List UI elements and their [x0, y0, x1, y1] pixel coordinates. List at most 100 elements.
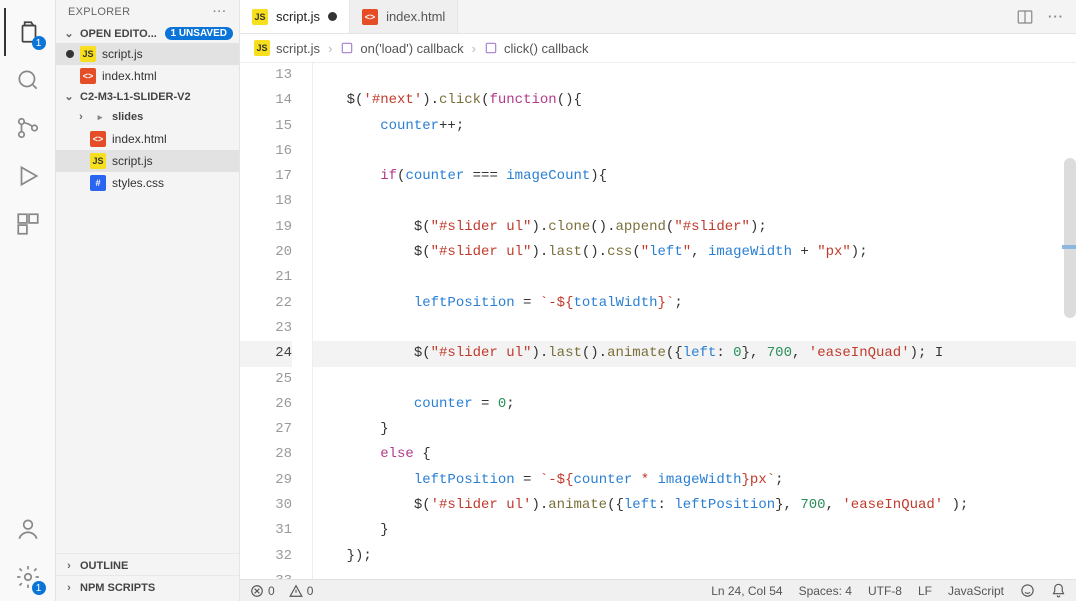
activity-run-debug-icon[interactable]	[4, 152, 52, 200]
code-line[interactable]	[313, 189, 1076, 214]
unsaved-badge: 1 UNSAVED	[165, 27, 234, 40]
tab-script-js[interactable]: JS script.js	[240, 0, 350, 33]
file-name: styles.css	[112, 176, 164, 190]
html-file-icon: <>	[90, 131, 106, 147]
status-encoding[interactable]: UTF-8	[868, 584, 902, 598]
code-line[interactable]: counter++;	[313, 114, 1076, 139]
file-row[interactable]: JS script.js	[56, 150, 239, 172]
html-file-icon: <>	[362, 9, 378, 25]
workspace-header[interactable]: ⌄ C2-M3-L1-SLIDER-V2	[56, 87, 239, 106]
chevron-right-icon: ›	[74, 111, 88, 123]
breadcrumb-segment: click() callback	[504, 41, 589, 56]
open-editor-item[interactable]: <> index.html	[56, 65, 239, 87]
code-line[interactable]: $("#slider ul").last().css("left", image…	[313, 240, 1076, 265]
code-line[interactable]: }	[313, 518, 1076, 543]
code-line[interactable]: if(counter === imageCount){	[313, 164, 1076, 189]
status-eol[interactable]: LF	[918, 584, 932, 598]
open-editor-name: script.js	[102, 47, 143, 61]
code-line[interactable]: counter = 0;	[313, 392, 1076, 417]
npm-scripts-header[interactable]: › NPM SCRIPTS	[56, 575, 239, 597]
sidebar-title: EXPLORER	[68, 6, 130, 18]
chevron-right-icon: ›	[472, 41, 476, 56]
breadcrumbs[interactable]: JS script.js › on('load') callback › clic…	[240, 34, 1076, 63]
activity-bar: 1 1	[0, 0, 56, 601]
modified-dot-icon	[66, 50, 74, 58]
code-area[interactable]: $('#next').click(function(){ counter++; …	[312, 63, 1076, 579]
activity-source-control-icon[interactable]	[4, 104, 52, 152]
status-indentation[interactable]: Spaces: 4	[799, 584, 852, 598]
breadcrumb-file: script.js	[276, 41, 320, 56]
line-number-gutter: 1314151617181920212223242526272829303132…	[240, 63, 312, 579]
file-name: index.html	[112, 132, 167, 146]
status-language[interactable]: JavaScript	[948, 584, 1004, 598]
code-line[interactable]: $("#slider ul").clone().append("#slider"…	[313, 215, 1076, 240]
js-file-icon: JS	[252, 9, 268, 25]
chevron-right-icon: ›	[62, 582, 76, 594]
activity-accounts-icon[interactable]	[4, 505, 52, 553]
open-editors-label: OPEN EDITO...	[80, 28, 157, 40]
sidebar: EXPLORER ··· ⌄ OPEN EDITO... 1 UNSAVED J…	[56, 0, 240, 601]
css-file-icon: #	[90, 175, 106, 191]
code-line[interactable]	[313, 367, 1076, 392]
file-row[interactable]: # styles.css	[56, 172, 239, 194]
breadcrumb-segment: on('load') callback	[360, 41, 463, 56]
html-file-icon: <>	[80, 68, 96, 84]
code-line[interactable]	[313, 265, 1076, 290]
code-line[interactable]: leftPosition = `-${totalWidth}`;	[313, 291, 1076, 316]
overview-ruler-mark	[1062, 245, 1076, 249]
code-line[interactable]	[313, 139, 1076, 164]
workspace-name: C2-M3-L1-SLIDER-V2	[80, 91, 191, 103]
js-file-icon: JS	[254, 40, 270, 56]
status-bar: 0 0 Ln 24, Col 54 Spaces: 4 UTF-8 LF Jav…	[240, 579, 1076, 601]
activity-explorer-icon[interactable]: 1	[4, 8, 52, 56]
code-line[interactable]: else {	[313, 442, 1076, 467]
file-row[interactable]: <> index.html	[56, 128, 239, 150]
scrollbar-thumb[interactable]	[1064, 158, 1076, 318]
tab-index-html[interactable]: <> index.html	[350, 0, 458, 33]
code-line[interactable]	[313, 63, 1076, 88]
modified-dot-icon	[328, 12, 337, 21]
activity-search-icon[interactable]	[4, 56, 52, 104]
chevron-down-icon: ⌄	[62, 90, 76, 103]
folder-icon: ▸	[92, 109, 108, 125]
explorer-badge: 1	[32, 36, 46, 50]
outline-label: OUTLINE	[80, 560, 128, 572]
chevron-right-icon: ›	[328, 41, 332, 56]
split-editor-icon[interactable]	[1016, 8, 1034, 26]
settings-badge: 1	[32, 581, 46, 595]
code-line[interactable]	[313, 569, 1076, 579]
status-warnings[interactable]: 0	[289, 584, 314, 598]
tab-label: index.html	[386, 9, 445, 24]
status-cursor-position[interactable]: Ln 24, Col 54	[711, 584, 782, 598]
js-file-icon: JS	[80, 46, 96, 62]
method-icon	[484, 41, 498, 55]
code-editor[interactable]: 1314151617181920212223242526272829303132…	[240, 63, 1076, 579]
chevron-down-icon: ⌄	[62, 27, 76, 40]
code-line[interactable]: }	[313, 417, 1076, 442]
code-line[interactable]: $('#slider ul').animate({left: leftPosit…	[313, 493, 1076, 518]
status-notifications-icon[interactable]	[1051, 583, 1066, 598]
tab-label: script.js	[276, 9, 320, 24]
file-name: script.js	[112, 154, 153, 168]
folder-row[interactable]: › ▸ slides	[56, 106, 239, 128]
sidebar-more-icon[interactable]: ···	[213, 6, 227, 18]
status-feedback-icon[interactable]	[1020, 583, 1035, 598]
npm-scripts-label: NPM SCRIPTS	[80, 582, 155, 594]
outline-header[interactable]: › OUTLINE	[56, 553, 239, 575]
tab-more-icon[interactable]: ···	[1048, 9, 1064, 24]
method-icon	[340, 41, 354, 55]
js-file-icon: JS	[90, 153, 106, 169]
folder-name: slides	[112, 111, 143, 123]
open-editor-item[interactable]: JS script.js	[56, 43, 239, 65]
activity-settings-icon[interactable]: 1	[4, 553, 52, 601]
code-line[interactable]: });	[313, 544, 1076, 569]
code-line[interactable]	[313, 316, 1076, 341]
activity-extensions-icon[interactable]	[4, 200, 52, 248]
code-line[interactable]: leftPosition = `-${counter * imageWidth}…	[313, 468, 1076, 493]
open-editors-header[interactable]: ⌄ OPEN EDITO... 1 UNSAVED	[56, 24, 239, 43]
status-errors[interactable]: 0	[250, 584, 275, 598]
tab-bar: JS script.js <> index.html ···	[240, 0, 1076, 34]
code-line[interactable]: $('#next').click(function(){	[313, 88, 1076, 113]
chevron-right-icon: ›	[62, 560, 76, 572]
open-editor-name: index.html	[102, 69, 157, 83]
